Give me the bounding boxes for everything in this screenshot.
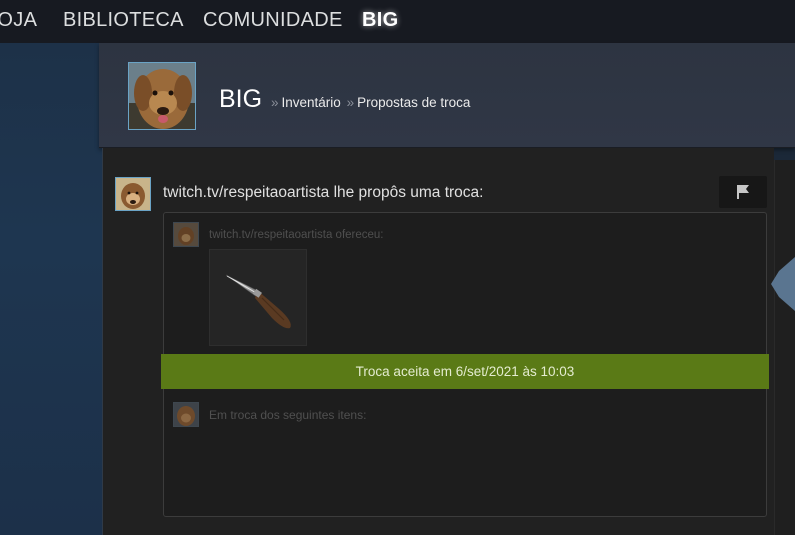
nav-library[interactable]: BIBLIOTECA <box>63 9 184 32</box>
offered-items-label: twitch.tv/respeitaoartista ofereceu: <box>209 229 384 241</box>
my-avatar-small <box>173 402 199 427</box>
trade-accepted-text: Troca aceita em 6/set/2021 às 10:03 <box>355 364 575 379</box>
flag-icon <box>737 185 749 199</box>
trade-offer-title: twitch.tv/respeitaoartista lhe propôs um… <box>163 184 484 201</box>
trade-accepted-status: Troca aceita em 6/set/2021 às 10:03 <box>161 354 769 389</box>
breadcrumb-inventory-link[interactable]: Inventário <box>282 95 341 110</box>
item-slot[interactable] <box>209 249 307 346</box>
right-sidebar-strip <box>774 160 795 535</box>
breadcrumb-separator: » <box>346 95 355 110</box>
partner-avatar-image <box>116 178 150 210</box>
nav-community[interactable]: COMUNIDADE <box>203 9 343 32</box>
my-avatar-small-image <box>174 403 198 426</box>
profile-avatar[interactable] <box>128 62 196 130</box>
partner-avatar[interactable] <box>115 177 151 211</box>
breadcrumb: » Inventário » Propostas de troca <box>269 95 470 110</box>
knife-icon <box>225 274 291 329</box>
right-arrow-icon[interactable] <box>771 257 795 311</box>
breadcrumb-trade-offers-link[interactable]: Propostas de troca <box>357 95 470 110</box>
profile-name[interactable]: BIG <box>219 85 262 114</box>
partner-avatar-small <box>173 222 199 247</box>
partner-avatar-small-image <box>174 223 198 246</box>
top-navigation: LOJA BIBLIOTECA COMUNIDADE BIG <box>0 0 795 43</box>
dog-avatar-image <box>129 63 195 129</box>
nav-store[interactable]: LOJA <box>0 9 37 32</box>
nav-user-profile[interactable]: BIG <box>362 9 398 32</box>
background-left <box>0 43 102 535</box>
report-button[interactable] <box>719 176 767 208</box>
breadcrumb-separator: » <box>271 95 279 110</box>
profile-header: BIG » Inventário » Propostas de troca <box>99 43 795 148</box>
requested-items-label: Em troca dos seguintes itens: <box>209 408 367 422</box>
